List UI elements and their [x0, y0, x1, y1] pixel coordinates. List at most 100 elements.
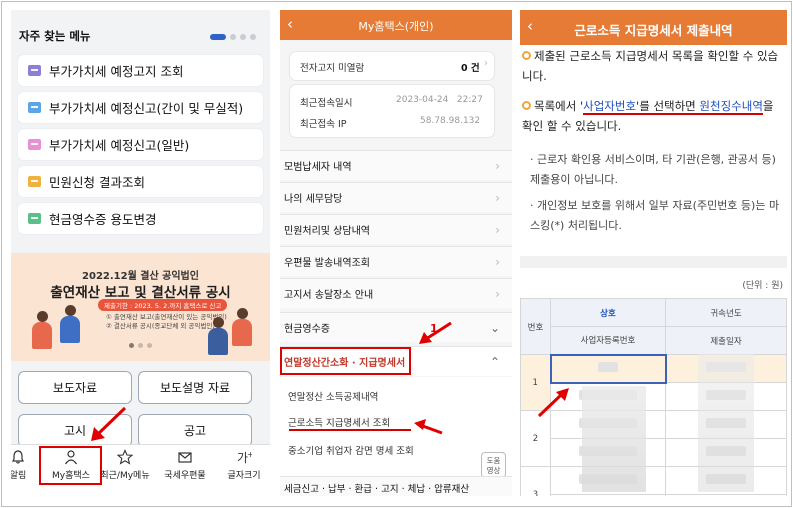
- submenu-label: 중소기업 취업자 감면 명세 조회: [288, 446, 414, 457]
- menu-label: 세금신고 · 납부 · 환급 · 고지 · 체납 · 압류재산: [284, 483, 470, 495]
- menu-item-label: 부가가치세 예정고지 조회: [49, 64, 184, 79]
- help-video-button[interactable]: 도움 영상: [481, 452, 506, 478]
- bullet-icon: [522, 51, 531, 60]
- header-bar: ‹ 근로소득 지급명세서 제출내역: [520, 10, 787, 45]
- last-login-label: 최근접속일시: [300, 98, 353, 109]
- chevron-right-icon: ›: [484, 58, 488, 69]
- statement-panel: ‹ 근로소득 지급명세서 제출내역 제출된 근로소득 지급명세서 목록을 확인할…: [520, 10, 787, 496]
- menu-item-cash-receipt[interactable]: 현금영수증 용도변경: [18, 203, 263, 234]
- menu-cash-receipt[interactable]: 현금영수증 ⌄: [280, 312, 512, 342]
- press-explanation-button[interactable]: 보도설명 자료: [138, 371, 252, 404]
- chat-icon: [28, 65, 41, 76]
- masked-date-cell: [665, 494, 787, 496]
- tab-font-size[interactable]: 가 + 글자크기: [219, 449, 269, 493]
- bell-icon: [12, 450, 24, 464]
- chat-icon: [28, 176, 41, 187]
- press-release-button[interactable]: 보도자료: [18, 371, 132, 404]
- chevron-right-icon: ›: [495, 287, 500, 301]
- help-line2: 영상: [486, 466, 501, 475]
- menu-label: 민원처리및 상담내역: [284, 226, 370, 237]
- person-illustration: [231, 308, 253, 346]
- menu-label: 모범납세자 내역: [284, 162, 352, 173]
- row-number: 1: [520, 354, 551, 411]
- home-panel: 자주 찾는 메뉴 부가가치세 예정고지 조회 부가가치세 예정신고(간이 및 무…: [11, 10, 270, 496]
- bullet-icon: [522, 101, 531, 110]
- submenu-earned-income-statement[interactable]: 근로소득 지급명세서 조회: [288, 415, 390, 429]
- menu-item-petition-result[interactable]: 민원신청 결과조회: [18, 166, 263, 197]
- row-number: 3: [520, 466, 551, 496]
- banner-pager[interactable]: [11, 343, 270, 348]
- my-hometax-panel: ‹ My홈택스(개인) 전자고지 미열람 0 건 › 최근접속일시 2023-0…: [280, 10, 512, 496]
- masked-column: [698, 354, 754, 492]
- masked-regno-cell[interactable]: [550, 494, 666, 496]
- banner-line1: 2022.12월 결산 공익법인: [82, 271, 199, 282]
- last-login-value: 2023-04-24 22:27: [396, 95, 483, 105]
- submenu-deduction-history[interactable]: 연말정산 소득공제내역: [288, 389, 378, 403]
- menu-label: 고지서 송달장소 안내: [284, 290, 374, 301]
- menu-bill-delivery[interactable]: 고지서 송달장소 안내 ›: [280, 278, 512, 308]
- masked-column: [582, 386, 646, 492]
- tab-alarm[interactable]: 알림: [11, 449, 29, 493]
- submenu-label: 근로소득 지급명세서 조회: [288, 418, 391, 429]
- carousel-dots[interactable]: [210, 34, 256, 40]
- chevron-right-icon: ›: [495, 255, 500, 269]
- login-info-card: 최근접속일시 2023-04-24 22:27 최근접속 IP 58.78.98…: [290, 85, 494, 137]
- info-bullet-2: 목록에서 '사업자번호'를 선택하면 원천징수내역을 확인 할 수 있습니다.: [522, 96, 784, 136]
- person-illustration: [207, 317, 229, 355]
- chevron-right-icon: ›: [495, 223, 500, 237]
- frequent-menu-title: 자주 찾는 메뉴: [19, 29, 91, 43]
- withholding-link: 원천징수내역: [699, 99, 763, 115]
- menu-item-vat-simple[interactable]: 부가가치세 예정신고(간이 및 무실적): [18, 92, 263, 123]
- highlight-box: [280, 347, 411, 375]
- col-regno-header: 사업자등록번호: [550, 326, 666, 355]
- notice-button[interactable]: 고시: [18, 414, 132, 447]
- menu-label: 현금영수증: [284, 324, 330, 335]
- col-year-header: 귀속년도: [665, 298, 787, 327]
- page-title: My홈택스(개인): [358, 20, 434, 33]
- tab-label: 국세우편물: [164, 471, 206, 481]
- menu-item-vat-notice[interactable]: 부가가치세 예정고지 조회: [18, 55, 263, 86]
- col-name-header: 상호: [550, 298, 666, 327]
- table-row[interactable]: [521, 494, 787, 496]
- menu-item-vat-general[interactable]: 부가가치세 예정신고(일반): [18, 129, 263, 160]
- masked-name-cell[interactable]: [549, 353, 667, 384]
- highlight-box: [39, 446, 102, 485]
- menu-tax-filing[interactable]: 세금신고 · 납부 · 환급 · 고지 · 체납 · 압류재산: [280, 476, 512, 496]
- col-no-header: 번호: [520, 298, 551, 355]
- underline-mark: [289, 429, 411, 431]
- chevron-down-icon: ⌄: [489, 321, 500, 335]
- submenu-sme-exemption[interactable]: 중소기업 취업자 감면 명세 조회: [288, 443, 414, 457]
- chevron-up-icon: ⌃: [489, 355, 500, 369]
- e-notice-card[interactable]: 전자고지 미열람 0 건 ›: [290, 52, 494, 80]
- menu-item-label: 현금영수증 용도변경: [49, 212, 157, 227]
- tab-recent-my-menu[interactable]: 최근/My메뉴: [99, 449, 151, 493]
- announcement-button[interactable]: 공고: [138, 414, 252, 447]
- last-ip-value: 58.78.98.132: [420, 116, 481, 126]
- submenu-label: 연말정산 소득공제내역: [288, 392, 379, 403]
- star-icon: [117, 449, 133, 465]
- chat-icon: [28, 213, 41, 224]
- menu-label: 우편물 발송내역조회: [284, 258, 370, 269]
- help-line1: 도움: [486, 456, 501, 465]
- menu-label: 나의 세무담당: [284, 194, 343, 205]
- menu-model-taxpayer[interactable]: 모범납세자 내역 ›: [280, 150, 512, 180]
- col-date-header: 제출일자: [665, 326, 787, 355]
- tab-label: 최근/My메뉴: [100, 471, 150, 481]
- menu-mail-history[interactable]: 우편물 발송내역조회 ›: [280, 246, 512, 276]
- font-size-icon: 가+: [237, 450, 252, 465]
- menu-petition-history[interactable]: 민원처리및 상담내역 ›: [280, 214, 512, 244]
- tab-label: 글자크기: [227, 471, 261, 481]
- banner-line2: 출연재산 보고 및 결산서류 공시: [50, 285, 231, 301]
- tab-tax-mail[interactable]: 국세우편물: [159, 449, 211, 493]
- unread-label: 전자고지 미열람: [300, 63, 365, 74]
- chevron-right-icon: ›: [495, 191, 500, 205]
- menu-my-tax-officer[interactable]: 나의 세무담당 ›: [280, 182, 512, 212]
- step-label: 1: [430, 322, 438, 335]
- page-title: 근로소득 지급명세서 제출내역: [574, 23, 733, 38]
- unit-label: (단위 : 원): [742, 281, 783, 291]
- bullet-text: 목록에서 ': [534, 99, 584, 113]
- envelope-icon: [178, 452, 192, 463]
- note-2: · 개인정보 보호를 위해서 일부 자료(주민번호 등)는 마스킹(*) 처리됩…: [530, 199, 780, 232]
- note-1: · 근로자 확인용 서비스이며, 타 기관(은행, 관공서 등) 제출용이 아닙…: [530, 153, 776, 186]
- menu-item-label: 민원신청 결과조회: [49, 175, 145, 190]
